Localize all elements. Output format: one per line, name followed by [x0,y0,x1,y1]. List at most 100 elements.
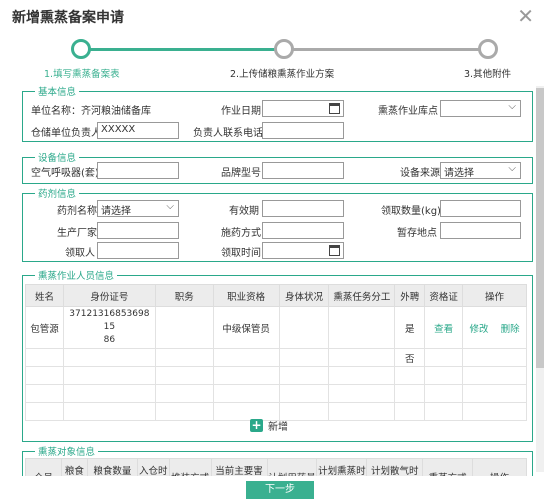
objects-table: 仓号 粮食品种 粮食数量(吨) 入仓时间 堆装方式 当前主要害虫 计划用药量 计… [25,458,527,476]
work-date-input[interactable] [262,100,344,117]
step-connector-2 [292,48,479,51]
chemical-legend: 药剂信息 [38,189,77,200]
person-qualification: 中级保管员 [212,306,280,349]
view-link[interactable]: 查看 [434,324,453,335]
scrollbar-thumb[interactable] [536,88,544,368]
source-select-value: 请选择 [444,168,474,179]
column-header: 姓名 [25,284,64,307]
person-name: 包管源 [25,306,64,349]
person-health [278,306,330,349]
basic-info-legend: 基本信息 [38,87,77,98]
dialog-title: 新增熏蒸备案申请 [12,10,124,26]
person-id-line: 86 [103,335,116,345]
column-header: 计划熏蒸时间 [316,458,368,476]
qty-input[interactable] [440,200,521,217]
table-row [25,384,527,403]
maker-label: 生产厂家 [57,228,97,239]
equipment-legend: 设备信息 [38,153,77,164]
validity-input[interactable] [262,200,344,217]
storage-input[interactable] [440,222,521,239]
respirator-label: 空气呼吸器(套) [31,168,99,179]
source-label: 设备来源 [400,168,440,179]
receiver-label: 领取人 [65,248,95,259]
column-header: 计划用药量 [266,458,318,476]
close-icon[interactable]: ✕ [517,4,534,28]
person-external: 否 [394,348,426,367]
model-label: 品牌型号 [221,168,261,179]
qty-label: 领取数量(kg) [381,206,441,217]
person-id-line: 37121316853698 15 [69,309,150,332]
step-1-label: 1.填写熏蒸备案表 [44,69,120,80]
column-header: 粮食品种 [60,458,88,476]
add-person-button[interactable]: + 新增 [250,418,288,433]
column-header: 职务 [154,284,214,307]
column-header: 资格证 [424,284,464,307]
column-header: 熏蒸方式 [422,458,474,476]
column-header: 粮食数量(吨) [86,458,138,476]
person-id: 37121316853698 15 86 [62,306,156,349]
receive-time-label: 领取时间 [221,248,261,259]
chevron-down-icon: ⌵ [166,201,174,212]
receiver-input[interactable] [97,242,179,259]
personnel-table: 姓名 身份证号 职务 职业资格 身体状况 熏蒸任务分工 外聘 资格证 操作 包管… [25,284,527,421]
scrollbar[interactable] [536,86,544,472]
person-task [328,306,396,349]
column-header: 职业资格 [212,284,280,307]
validity-label: 有效期 [229,206,259,217]
chemical-name-label: 药剂名称 [57,206,97,217]
table-row [25,366,527,385]
column-header: 操作 [462,284,527,307]
step-3-indicator [478,39,498,59]
column-header: 计划散气时间 [366,458,424,476]
next-step-button[interactable]: 下一步 [246,481,314,499]
phone-input[interactable] [262,122,344,139]
delete-link[interactable]: 删除 [501,324,520,335]
table-row: 否 [25,348,527,367]
depot-label: 熏蒸作业库点 [378,106,438,117]
chevron-down-icon: ⌵ [508,163,516,174]
step-1-indicator [71,39,91,59]
method-label: 施药方式 [221,228,261,239]
receive-time-input[interactable] [262,242,344,259]
plus-icon: + [250,418,263,432]
add-person-label: 新增 [268,422,288,433]
step-2-indicator [274,39,294,59]
column-header: 身份证号 [62,284,156,307]
work-date-label: 作业日期 [221,106,261,117]
phone-label: 负责人联系电话 [193,128,263,139]
person-position [154,306,214,349]
column-header: 熏蒸任务分工 [328,284,396,307]
owner-input[interactable]: XXXXX [97,122,179,139]
step-connector-1 [90,48,275,51]
source-select[interactable]: 请选择 ⌵ [440,162,521,179]
owner-label: 仓储单位负责人 [31,128,101,139]
step-3-label: 3.其他附件 [464,69,512,80]
chevron-down-icon: ⌵ [508,101,516,112]
step-2-label: 2.上传储粮熏蒸作业方案 [230,69,335,80]
person-certificate: 查看 [424,306,464,349]
column-header: 当前主要害虫 [210,458,268,476]
depot-select[interactable]: ⌵ [440,100,521,117]
person-external: 是 [394,306,426,349]
unit-name-text: 单位名称：齐河粮油储备库 [31,106,151,117]
respirator-input[interactable] [97,162,179,179]
column-header: 仓号 [25,458,62,476]
person-actions: 修改 删除 [462,306,527,349]
maker-input[interactable] [97,222,179,239]
method-input[interactable] [262,222,344,239]
personnel-legend: 熏蒸作业人员信息 [38,271,115,282]
column-header: 操作 [472,458,527,476]
model-input[interactable] [262,162,344,179]
table-row: 包管源 37121316853698 15 86 中级保管员 是 查看 修改 删… [25,306,527,349]
chemical-name-select[interactable]: 请选择 ⌵ [97,200,179,217]
objects-legend: 熏蒸对象信息 [38,447,96,458]
storage-label: 暂存地点 [397,228,437,239]
column-header: 身体状况 [278,284,330,307]
calendar-icon[interactable] [329,103,340,114]
chemical-name-value: 请选择 [101,206,131,217]
edit-link[interactable]: 修改 [469,324,488,335]
column-header: 入仓时间 [136,458,170,476]
form-scroll-area[interactable]: 基本信息 单位名称：齐河粮油储备库 作业日期 熏蒸作业库点 ⌵ 仓储单位负责人 … [0,84,554,476]
calendar-icon[interactable] [329,245,340,256]
column-header: 堆装方式 [168,458,212,476]
